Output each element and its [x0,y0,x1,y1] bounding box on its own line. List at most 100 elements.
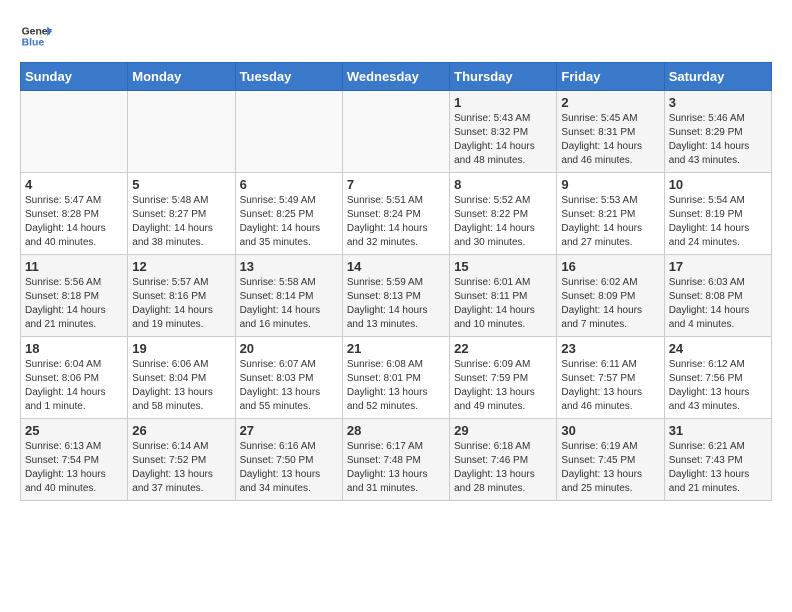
day-info: Sunrise: 5:59 AM Sunset: 8:13 PM Dayligh… [347,276,445,332]
day-of-week-header: Monday [128,63,235,91]
calendar-day-cell: 24Sunrise: 6:12 AM Sunset: 7:56 PM Dayli… [664,337,771,419]
day-info: Sunrise: 6:03 AM Sunset: 8:08 PM Dayligh… [669,276,767,332]
day-number: 27 [240,423,338,438]
day-number: 10 [669,177,767,192]
day-number: 3 [669,95,767,110]
day-info: Sunrise: 5:52 AM Sunset: 8:22 PM Dayligh… [454,194,552,250]
calendar-day-cell: 26Sunrise: 6:14 AM Sunset: 7:52 PM Dayli… [128,419,235,501]
calendar-day-cell: 10 Sunrise: 5:54 AM Sunset: 8:19 PM Dayli… [664,173,771,255]
day-number: 2 [561,95,659,110]
calendar-day-cell: 11Sunrise: 5:56 AM Sunset: 8:18 PM Dayli… [21,255,128,337]
day-info: Sunrise: 5:51 AM Sunset: 8:24 PM Dayligh… [347,194,445,250]
day-info: Sunrise: 6:09 AM Sunset: 7:59 PM Dayligh… [454,358,552,414]
logo: General Blue [20,20,52,52]
calendar-day-cell: 12 Sunrise: 5:57 AM Sunset: 8:16 PM Dayli… [128,255,235,337]
day-info: Sunrise: 6:17 AM Sunset: 7:48 PM Dayligh… [347,440,445,496]
calendar-day-cell: 22 Sunrise: 6:09 AM Sunset: 7:59 PM Dayli… [450,337,557,419]
calendar-day-cell [342,91,449,173]
calendar-day-cell: 8 Sunrise: 5:52 AM Sunset: 8:22 PM Daylig… [450,173,557,255]
day-info: Sunrise: 5:53 AM Sunset: 8:21 PM Dayligh… [561,194,659,250]
calendar-day-cell: 13 Sunrise: 5:58 AM Sunset: 8:14 PM Dayli… [235,255,342,337]
day-number: 17 [669,259,767,274]
day-number: 4 [25,177,123,192]
calendar-day-cell: 9 Sunrise: 5:53 AM Sunset: 8:21 PM Daylig… [557,173,664,255]
day-info: Sunrise: 6:07 AM Sunset: 8:03 PM Dayligh… [240,358,338,414]
day-number: 6 [240,177,338,192]
day-number: 13 [240,259,338,274]
day-of-week-header: Wednesday [342,63,449,91]
day-of-week-header: Sunday [21,63,128,91]
day-number: 22 [454,341,552,356]
calendar-day-cell: 4 Sunrise: 5:47 AM Sunset: 8:28 PM Daylig… [21,173,128,255]
day-info: Sunrise: 6:02 AM Sunset: 8:09 PM Dayligh… [561,276,659,332]
day-number: 28 [347,423,445,438]
day-number: 23 [561,341,659,356]
day-info: Sunrise: 6:13 AM Sunset: 7:54 PM Dayligh… [25,440,123,496]
day-info: Sunrise: 6:18 AM Sunset: 7:46 PM Dayligh… [454,440,552,496]
calendar-day-cell: 16 Sunrise: 6:02 AM Sunset: 8:09 PM Dayli… [557,255,664,337]
calendar-day-cell: 2 Sunrise: 5:45 AM Sunset: 8:31 PM Daylig… [557,91,664,173]
day-info: Sunrise: 5:54 AM Sunset: 8:19 PM Dayligh… [669,194,767,250]
calendar-week-row: 18 Sunrise: 6:04 AM Sunset: 8:06 PM Dayli… [21,337,772,419]
day-info: Sunrise: 6:06 AM Sunset: 8:04 PM Dayligh… [132,358,230,414]
calendar-table: SundayMondayTuesdayWednesdayThursdayFrid… [20,62,772,501]
calendar-day-cell [235,91,342,173]
day-number: 18 [25,341,123,356]
day-info: Sunrise: 6:19 AM Sunset: 7:45 PM Dayligh… [561,440,659,496]
calendar-week-row: 4 Sunrise: 5:47 AM Sunset: 8:28 PM Daylig… [21,173,772,255]
day-info: Sunrise: 6:11 AM Sunset: 7:57 PM Dayligh… [561,358,659,414]
calendar-day-cell: 7 Sunrise: 5:51 AM Sunset: 8:24 PM Daylig… [342,173,449,255]
day-number: 5 [132,177,230,192]
calendar-day-cell [128,91,235,173]
calendar-week-row: 11Sunrise: 5:56 AM Sunset: 8:18 PM Dayli… [21,255,772,337]
day-info: Sunrise: 6:01 AM Sunset: 8:11 PM Dayligh… [454,276,552,332]
svg-text:Blue: Blue [22,38,45,49]
day-number: 16 [561,259,659,274]
day-info: Sunrise: 5:49 AM Sunset: 8:25 PM Dayligh… [240,194,338,250]
day-info: Sunrise: 6:16 AM Sunset: 7:50 PM Dayligh… [240,440,338,496]
calendar-day-cell: 27 Sunrise: 6:16 AM Sunset: 7:50 PM Dayli… [235,419,342,501]
calendar-week-row: 1 Sunrise: 5:43 AM Sunset: 8:32 PM Daylig… [21,91,772,173]
calendar-day-cell: 15 Sunrise: 6:01 AM Sunset: 8:11 PM Dayli… [450,255,557,337]
day-info: Sunrise: 5:56 AM Sunset: 8:18 PM Dayligh… [25,276,123,332]
day-number: 30 [561,423,659,438]
day-number: 21 [347,341,445,356]
calendar-day-cell: 14Sunrise: 5:59 AM Sunset: 8:13 PM Dayli… [342,255,449,337]
calendar-week-row: 25 Sunrise: 6:13 AM Sunset: 7:54 PM Dayli… [21,419,772,501]
day-number: 25 [25,423,123,438]
day-info: Sunrise: 5:58 AM Sunset: 8:14 PM Dayligh… [240,276,338,332]
day-number: 1 [454,95,552,110]
calendar-body: 1 Sunrise: 5:43 AM Sunset: 8:32 PM Daylig… [21,91,772,501]
calendar-day-cell: 28 Sunrise: 6:17 AM Sunset: 7:48 PM Dayli… [342,419,449,501]
day-of-week-header: Tuesday [235,63,342,91]
day-number: 24 [669,341,767,356]
calendar-day-cell: 5 Sunrise: 5:48 AM Sunset: 8:27 PM Daylig… [128,173,235,255]
day-info: Sunrise: 6:04 AM Sunset: 8:06 PM Dayligh… [25,358,123,414]
calendar-day-cell: 23 Sunrise: 6:11 AM Sunset: 7:57 PM Dayli… [557,337,664,419]
day-of-week-header: Thursday [450,63,557,91]
calendar-day-cell: 21Sunrise: 6:08 AM Sunset: 8:01 PM Dayli… [342,337,449,419]
day-of-week-header: Friday [557,63,664,91]
day-info: Sunrise: 5:45 AM Sunset: 8:31 PM Dayligh… [561,112,659,168]
day-number: 31 [669,423,767,438]
day-info: Sunrise: 6:14 AM Sunset: 7:52 PM Dayligh… [132,440,230,496]
calendar-day-cell: 20 Sunrise: 6:07 AM Sunset: 8:03 PM Dayli… [235,337,342,419]
day-info: Sunrise: 5:46 AM Sunset: 8:29 PM Dayligh… [669,112,767,168]
calendar-day-cell: 18 Sunrise: 6:04 AM Sunset: 8:06 PM Dayli… [21,337,128,419]
day-number: 8 [454,177,552,192]
page-header: General Blue [20,20,772,52]
calendar-day-cell [21,91,128,173]
day-number: 20 [240,341,338,356]
day-number: 29 [454,423,552,438]
day-info: Sunrise: 5:57 AM Sunset: 8:16 PM Dayligh… [132,276,230,332]
calendar-day-cell: 19Sunrise: 6:06 AM Sunset: 8:04 PM Dayli… [128,337,235,419]
days-of-week-row: SundayMondayTuesdayWednesdayThursdayFrid… [21,63,772,91]
day-number: 7 [347,177,445,192]
calendar-day-cell: 29 Sunrise: 6:18 AM Sunset: 7:46 PM Dayli… [450,419,557,501]
day-info: Sunrise: 5:47 AM Sunset: 8:28 PM Dayligh… [25,194,123,250]
day-number: 9 [561,177,659,192]
day-info: Sunrise: 5:48 AM Sunset: 8:27 PM Dayligh… [132,194,230,250]
day-number: 12 [132,259,230,274]
day-number: 15 [454,259,552,274]
day-info: Sunrise: 5:43 AM Sunset: 8:32 PM Dayligh… [454,112,552,168]
